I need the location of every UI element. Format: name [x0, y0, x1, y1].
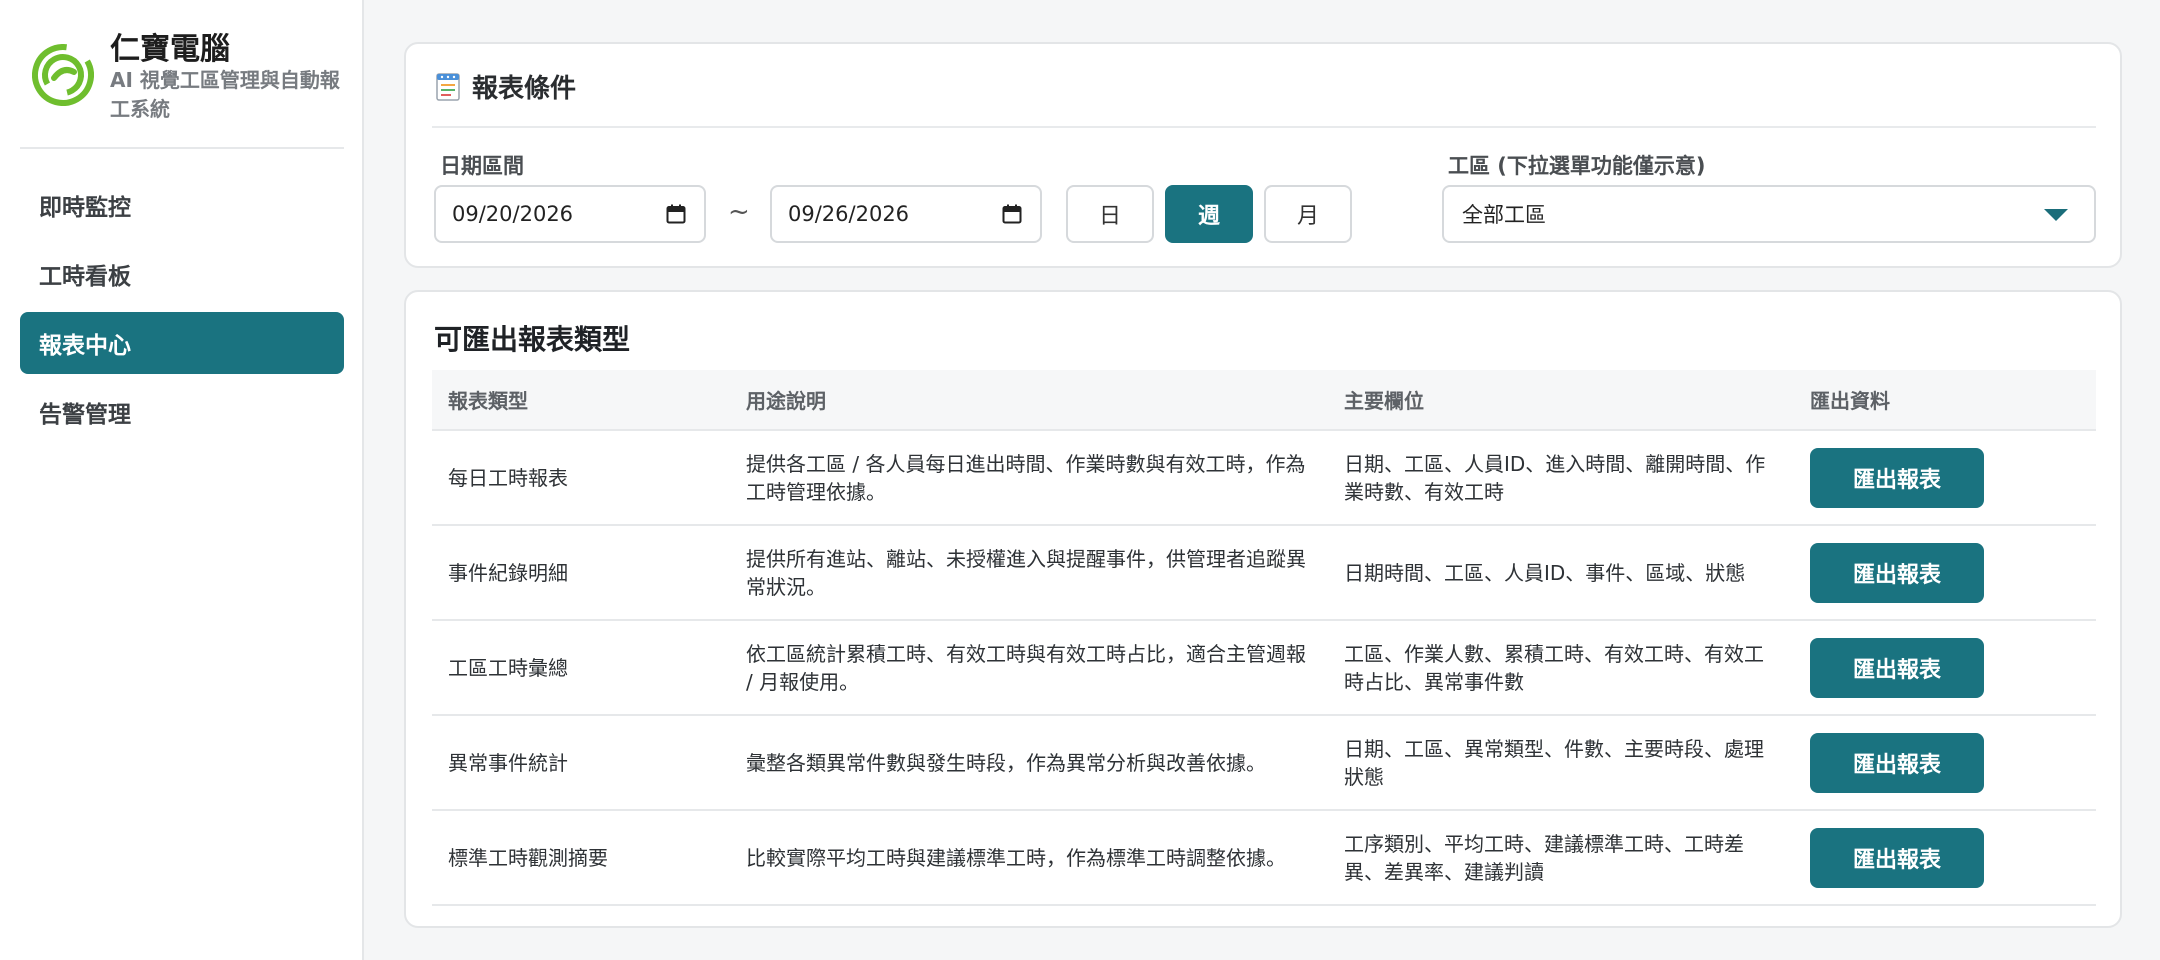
- criteria-divider: [432, 126, 2096, 128]
- sidebar-item-report-center[interactable]: 報表中心: [20, 312, 344, 374]
- table-row: 工區工時彙總 依工區統計累積工時、有效工時與有效工時占比，適合主管週報 / 月報…: [432, 620, 2096, 716]
- sidebar-item-label: 告警管理: [39, 402, 131, 428]
- criteria-header: 報表條件: [434, 68, 576, 105]
- fields-cell: 工區、作業人數、累積工時、有效工時、有效工時占比、異常事件數: [1328, 620, 1794, 716]
- report-type-cell: 異常事件統計: [432, 715, 730, 811]
- table-row: 每日工時報表 提供各工區 / 各人員每日進出時間、作業時數與有效工時，作為工時管…: [432, 430, 2096, 526]
- sidebar-item-worktime-board[interactable]: 工時看板: [20, 243, 344, 305]
- report-criteria-card: 報表條件 日期區間 09/20/2026 ~ 09/26/2026 日 週 月 …: [404, 42, 2122, 268]
- column-header: 主要欄位: [1328, 370, 1794, 431]
- report-type-cell: 事件紀錄明細: [432, 525, 730, 621]
- logo-icon: [32, 44, 94, 106]
- document-icon: [436, 72, 460, 101]
- sidebar-item-label: 工時看板: [39, 264, 131, 290]
- brand-name: 仁寶電腦: [110, 32, 230, 67]
- period-day-button[interactable]: 日: [1066, 185, 1154, 243]
- table-row: 異常事件統計 彙整各類異常件數與發生時段，作為異常分析與改善依據。 日期、工區、…: [432, 715, 2096, 811]
- export-cell: 匯出報表: [1794, 620, 2096, 716]
- period-month-button[interactable]: 月: [1264, 185, 1352, 243]
- fields-cell: 日期、工區、異常類型、件數、主要時段、處理狀態: [1328, 715, 1794, 811]
- sidebar-item-live-monitor[interactable]: 即時監控: [20, 174, 344, 236]
- description-cell: 提供各工區 / 各人員每日進出時間、作業時數與有效工時，作為工時管理依據。: [730, 430, 1328, 526]
- export-cell: 匯出報表: [1794, 810, 2096, 906]
- report-types-title: 可匯出報表類型: [434, 323, 631, 356]
- zone-label: 工區 (下拉選單功能僅示意): [1448, 154, 1706, 178]
- sidebar-item-alert-management[interactable]: 告警管理: [20, 381, 344, 443]
- export-report-button[interactable]: 匯出報表: [1810, 637, 1984, 698]
- sidebar-divider: [20, 147, 344, 149]
- brand: 仁寶電腦 AI 視覺工區管理與自動報工系統: [32, 24, 342, 124]
- report-types-card: 可匯出報表類型 報表類型 用途說明 主要欄位 匯出資料 每日工時報表 提供各工區…: [404, 290, 2122, 928]
- column-header: 匯出資料: [1794, 370, 2096, 431]
- zone-select-value: 全部工區: [1462, 203, 1546, 227]
- sidebar: 仁寶電腦 AI 視覺工區管理與自動報工系統 即時監控 工時看板 報表中心 告警管…: [0, 0, 364, 960]
- fields-cell: 日期、工區、人員ID、進入時間、離開時間、作業時數、有效工時: [1328, 430, 1794, 526]
- description-cell: 比較實際平均工時與建議標準工時，作為標準工時調整依據。: [730, 810, 1328, 906]
- sidebar-item-label: 報表中心: [39, 333, 131, 359]
- export-report-button[interactable]: 匯出報表: [1810, 542, 1984, 603]
- table-row: 標準工時觀測摘要 比較實際平均工時與建議標準工時，作為標準工時調整依據。 工序類…: [432, 810, 2096, 906]
- export-report-button[interactable]: 匯出報表: [1810, 447, 1984, 508]
- zone-select[interactable]: 全部工區: [1442, 185, 2096, 243]
- table-header-row: 報表類型 用途說明 主要欄位 匯出資料: [432, 370, 2096, 431]
- end-date-input[interactable]: 09/26/2026: [770, 185, 1042, 243]
- report-type-cell: 工區工時彙總: [432, 620, 730, 716]
- fields-cell: 工序類別、平均工時、建議標準工時、工時差異、差異率、建議判讀: [1328, 810, 1794, 906]
- column-header: 報表類型: [432, 370, 730, 431]
- description-cell: 依工區統計累積工時、有效工時與有效工時占比，適合主管週報 / 月報使用。: [730, 620, 1328, 716]
- table-row: 事件紀錄明細 提供所有進站、離站、未授權進入與提醒事件，供管理者追蹤異常狀況。 …: [432, 525, 2096, 621]
- sidebar-item-label: 即時監控: [39, 195, 131, 221]
- chevron-down-icon: [2044, 209, 2068, 221]
- period-week-button[interactable]: 週: [1165, 185, 1253, 243]
- start-date-input[interactable]: 09/20/2026: [434, 185, 706, 243]
- export-report-button[interactable]: 匯出報表: [1810, 732, 1984, 793]
- calendar-icon[interactable]: [1002, 204, 1022, 224]
- sidebar-nav: 即時監控 工時看板 報表中心 告警管理: [20, 174, 344, 450]
- export-report-button[interactable]: 匯出報表: [1810, 827, 1984, 888]
- report-types-table: 報表類型 用途說明 主要欄位 匯出資料 每日工時報表 提供各工區 / 各人員每日…: [432, 370, 2096, 906]
- column-header: 用途說明: [730, 370, 1328, 431]
- brand-subtitle: AI 視覺工區管理與自動報工系統: [110, 68, 340, 121]
- criteria-title: 報表條件: [472, 74, 577, 104]
- description-cell: 提供所有進站、離站、未授權進入與提醒事件，供管理者追蹤異常狀況。: [730, 525, 1328, 621]
- export-cell: 匯出報表: [1794, 715, 2096, 811]
- date-range-label: 日期區間: [440, 154, 524, 178]
- date-separator: ~: [728, 197, 750, 227]
- export-cell: 匯出報表: [1794, 525, 2096, 621]
- end-date-value: 09/26/2026: [788, 202, 910, 226]
- report-type-cell: 標準工時觀測摘要: [432, 810, 730, 906]
- export-cell: 匯出報表: [1794, 430, 2096, 526]
- calendar-icon[interactable]: [666, 204, 686, 224]
- report-type-cell: 每日工時報表: [432, 430, 730, 526]
- fields-cell: 日期時間、工區、人員ID、事件、區域、狀態: [1328, 525, 1794, 621]
- description-cell: 彙整各類異常件數與發生時段，作為異常分析與改善依據。: [730, 715, 1328, 811]
- start-date-value: 09/20/2026: [452, 202, 574, 226]
